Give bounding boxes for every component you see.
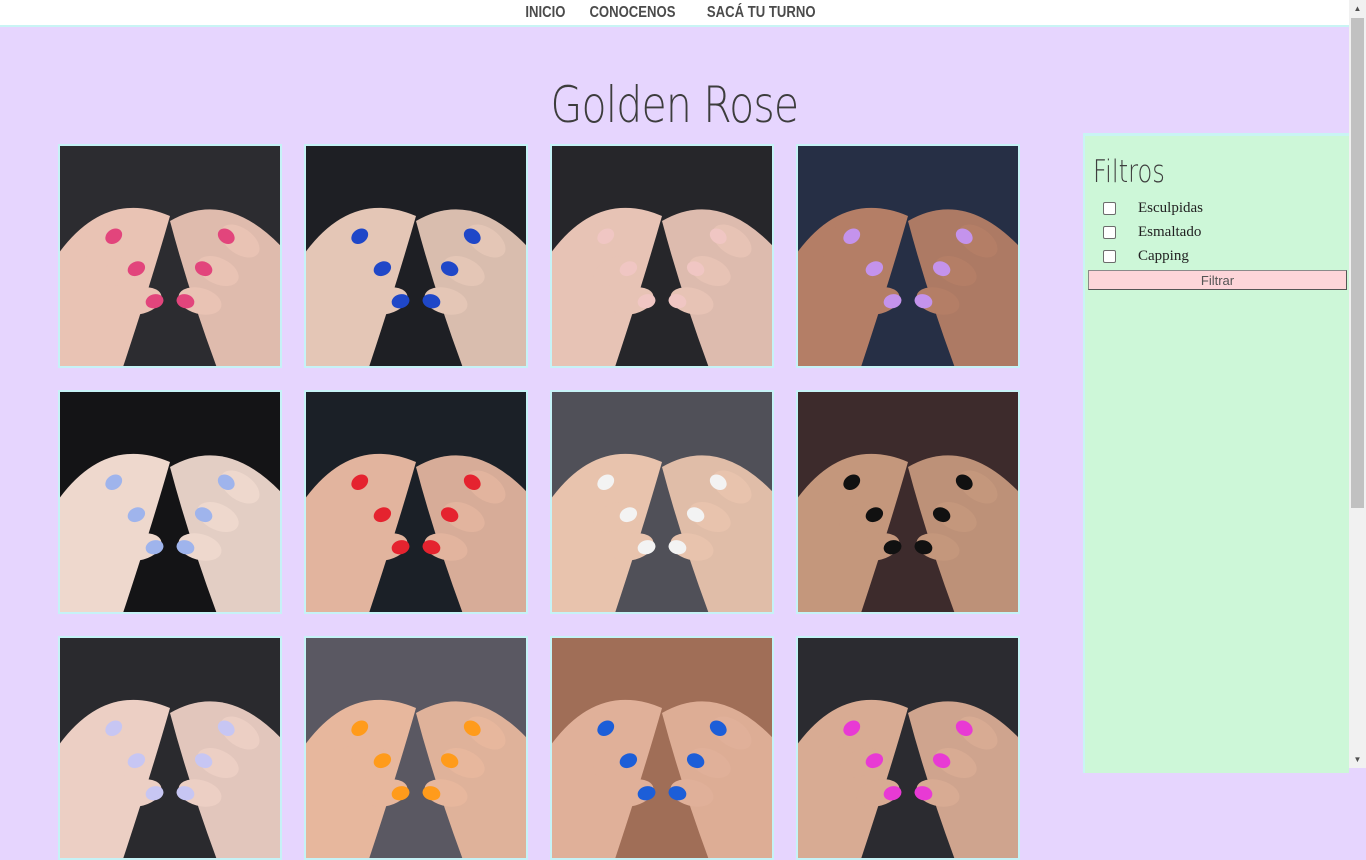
checkbox-esculpidas[interactable] [1103, 201, 1116, 215]
photo-lavender-nails [60, 638, 280, 858]
scrollbar-thumb[interactable] [1351, 18, 1364, 508]
photo-lilac-feather-nails [798, 146, 1018, 366]
photo-red-nails [306, 392, 526, 612]
gallery-tile[interactable] [304, 636, 528, 860]
filter-label-esmaltado: Esmaltado [1138, 223, 1202, 240]
scroll-up-arrow-icon[interactable]: ▲ [1349, 0, 1366, 17]
nav-link-conocenos[interactable]: CONOCENOS [590, 4, 676, 22]
filters-panel: Filtros Esculpidas Esmaltado Capping Fil… [1083, 133, 1349, 773]
gallery-tile[interactable] [58, 390, 282, 614]
filters-heading: Filtros [1093, 154, 1165, 190]
top-navigation: INICIO CONOCENOS SACÁ TU TURNO [0, 0, 1349, 27]
photo-magenta-nails [798, 638, 1018, 858]
photo-light-blue-nails [60, 392, 280, 612]
photo-nude-black-tip-nails [552, 146, 772, 366]
filter-button[interactable]: Filtrar [1088, 270, 1347, 290]
photo-black-lines-nails [798, 392, 1018, 612]
gallery-tile[interactable] [550, 390, 774, 614]
gallery-tile[interactable] [796, 144, 1020, 368]
gallery-tile[interactable] [796, 390, 1020, 614]
gallery-tile[interactable] [58, 144, 282, 368]
gallery-tile[interactable] [550, 636, 774, 860]
photo-pink-swirl-nails [60, 146, 280, 366]
page-title: Golden Rose [550, 75, 800, 134]
filter-label-capping: Capping [1138, 247, 1189, 264]
gallery-tile[interactable] [304, 144, 528, 368]
photo-blue-nails [306, 146, 526, 366]
checkbox-capping[interactable] [1103, 249, 1116, 263]
gallery-tile[interactable] [304, 390, 528, 614]
photo-orange-nails [306, 638, 526, 858]
nav-link-saca-tu-turno[interactable]: SACÁ TU TURNO [707, 4, 816, 22]
filter-esmaltado[interactable]: Esmaltado [1103, 222, 1201, 242]
gallery-tile[interactable] [796, 636, 1020, 860]
filter-capping[interactable]: Capping [1103, 246, 1189, 266]
checkbox-esmaltado[interactable] [1103, 225, 1116, 239]
photo-royal-blue-nails [552, 638, 772, 858]
page-scrollbar[interactable]: ▲ ▼ [1349, 0, 1366, 768]
scroll-down-arrow-icon[interactable]: ▼ [1349, 751, 1366, 768]
gallery-tile[interactable] [550, 144, 774, 368]
filter-esculpidas[interactable]: Esculpidas [1103, 198, 1203, 218]
photo-black-white-moon-nails [552, 392, 772, 612]
nav-link-inicio[interactable]: INICIO [526, 4, 566, 22]
filter-label-esculpidas: Esculpidas [1138, 199, 1203, 216]
gallery-tile[interactable] [58, 636, 282, 860]
